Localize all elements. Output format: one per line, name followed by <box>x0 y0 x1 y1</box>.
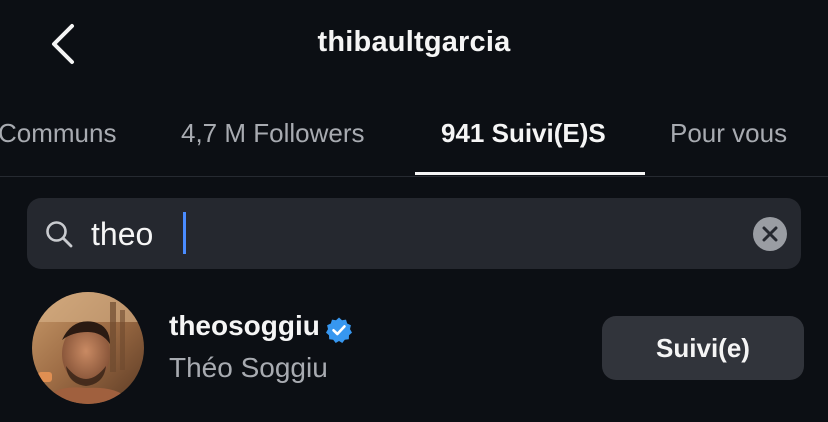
avatar[interactable] <box>32 292 144 404</box>
tab-following[interactable]: 941 Suivi(E)S <box>441 118 606 149</box>
tab-followers[interactable]: 4,7 M Followers <box>181 118 365 149</box>
page-title: thibaultgarcia <box>317 26 511 58</box>
search-bar <box>27 198 801 269</box>
active-tab-indicator <box>415 172 645 175</box>
avatar-photo <box>32 292 144 404</box>
username-label[interactable]: theosoggiu <box>169 310 320 342</box>
verified-badge-icon <box>326 317 352 343</box>
tab-bar: Communs 4,7 M Followers 941 Suivi(E)S Po… <box>0 92 828 177</box>
search-icon <box>46 221 73 248</box>
text-cursor <box>183 212 186 254</box>
clear-icon <box>762 226 778 242</box>
following-button[interactable]: Suivi(e) <box>602 316 804 380</box>
clear-search-button[interactable] <box>753 217 787 251</box>
header-bar: thibaultgarcia <box>0 0 828 92</box>
full-name-label: Théo Soggiu <box>169 352 328 383</box>
list-item[interactable]: theosoggiu Théo Soggiu Suivi(e) <box>0 288 828 422</box>
tab-for-you[interactable]: Pour vous <box>670 118 787 149</box>
tab-mutual[interactable]: Communs <box>0 118 116 149</box>
search-input[interactable] <box>91 212 731 256</box>
